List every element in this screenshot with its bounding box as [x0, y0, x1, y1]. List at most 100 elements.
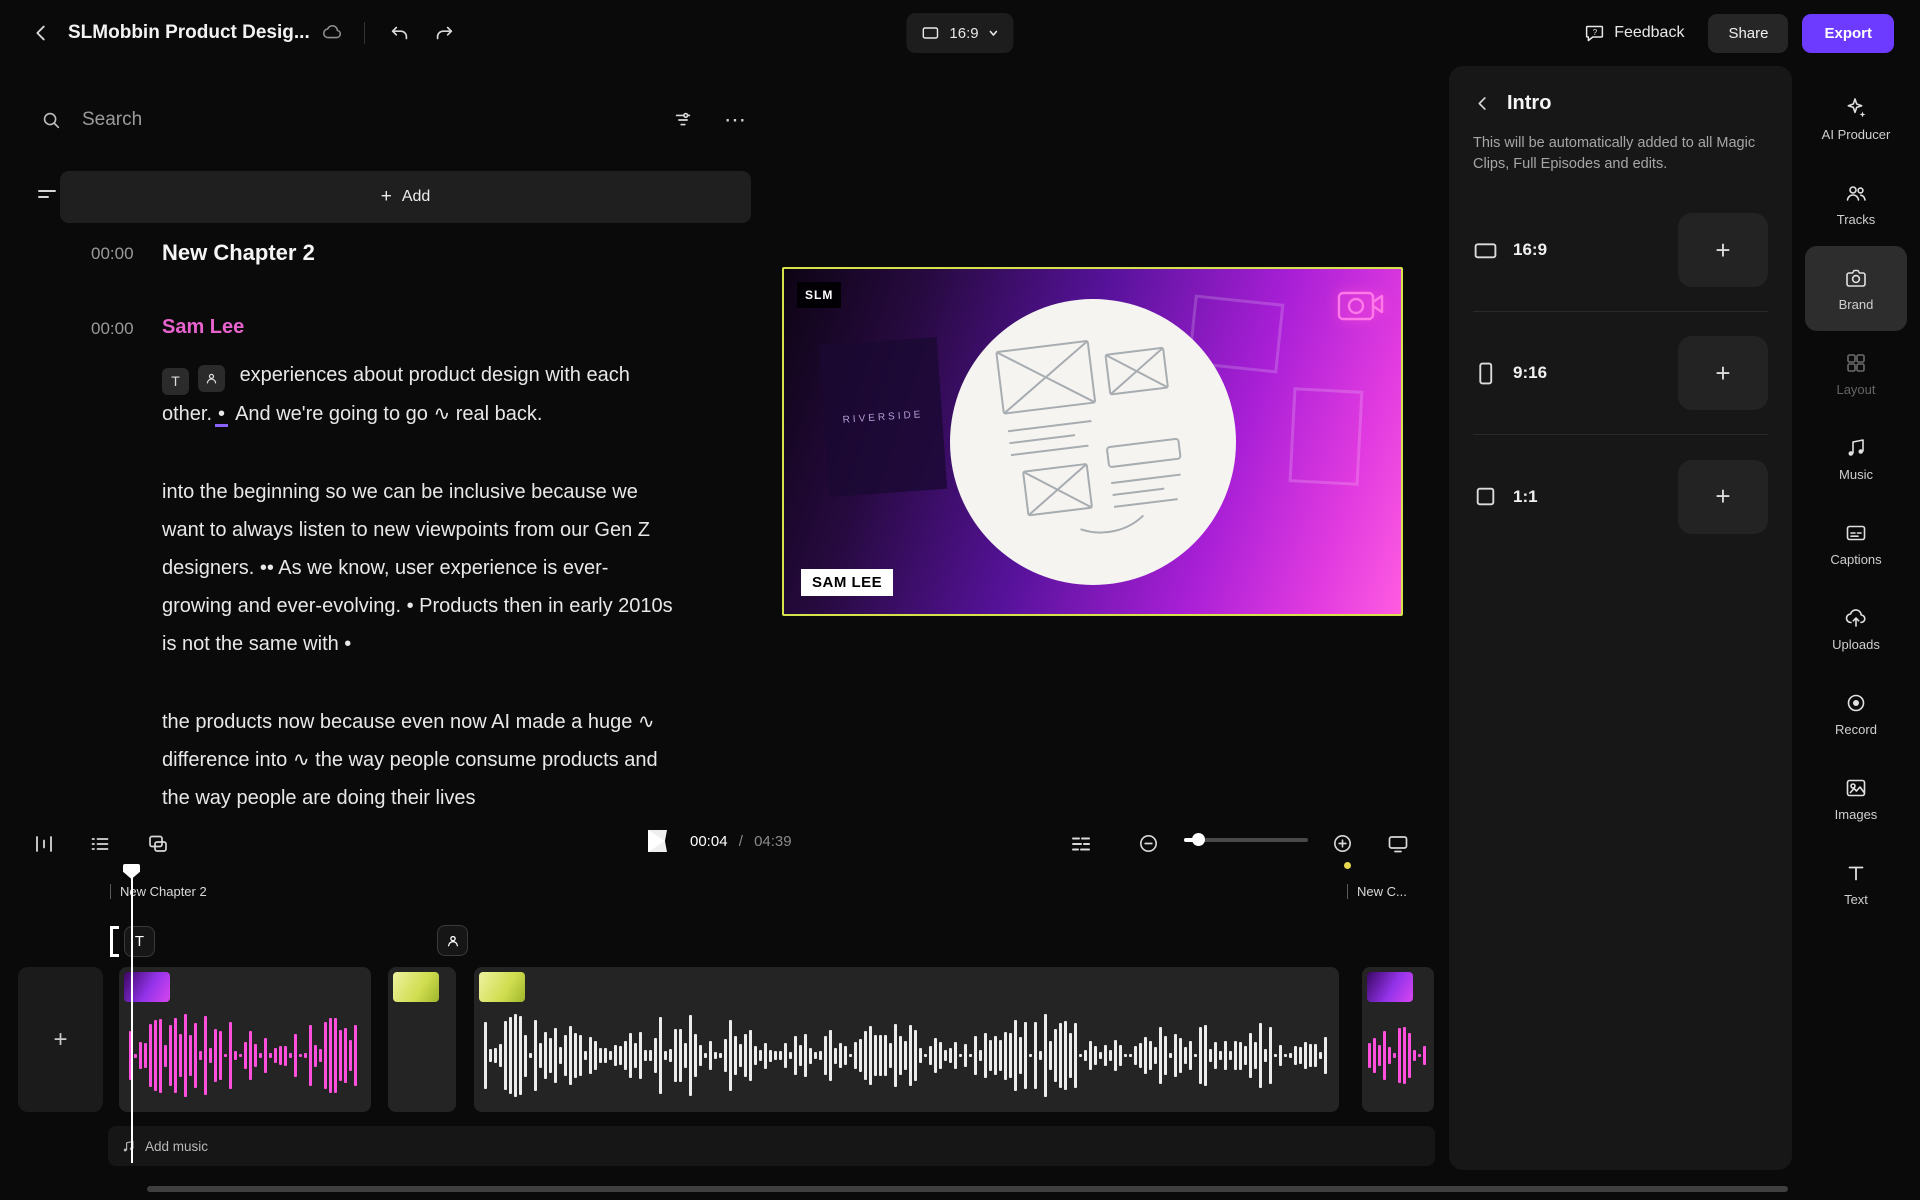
chapter-title[interactable]: New Chapter 2 — [162, 240, 315, 266]
search-bar[interactable]: Search ⋯ — [40, 102, 752, 138]
rail-item-captions[interactable]: Captions — [1805, 501, 1907, 586]
audio-waveform — [129, 1013, 361, 1098]
tools-rail: AI Producer Tracks Brand Layout Music Ca… — [1792, 66, 1920, 1200]
scenes-button[interactable] — [142, 828, 174, 860]
add-intro-16-9-button[interactable]: + — [1678, 213, 1768, 287]
timeline-clip[interactable] — [1362, 967, 1434, 1112]
chapter-timestamp: 00:00 — [91, 244, 134, 264]
rail-item-brand[interactable]: Brand — [1805, 246, 1907, 331]
add-intro-1-1-button[interactable]: + — [1678, 460, 1768, 534]
rail-label: Tracks — [1837, 212, 1876, 227]
rail-item-images[interactable]: Images — [1805, 756, 1907, 841]
share-button[interactable]: Share — [1708, 14, 1788, 53]
speaker-chip[interactable] — [198, 365, 225, 392]
rail-item-layout[interactable]: Layout — [1805, 331, 1907, 416]
transcript-list-button[interactable] — [84, 828, 116, 860]
playhead-handle[interactable] — [123, 864, 140, 879]
playhead-line[interactable] — [131, 869, 133, 1163]
fit-timeline-button[interactable] — [28, 828, 60, 860]
current-time: 00:04 — [690, 833, 728, 850]
rail-item-text[interactable]: Text — [1805, 841, 1907, 926]
add-clip-button[interactable]: + — [18, 967, 103, 1112]
play-button[interactable] — [648, 830, 667, 852]
clip-thumbnail — [1367, 972, 1413, 1002]
fit-timeline-icon — [32, 832, 56, 856]
rail-item-music[interactable]: Music — [1805, 416, 1907, 501]
audio-waveform — [484, 1013, 1329, 1098]
undo-button[interactable] — [385, 18, 415, 48]
search-icon — [40, 109, 62, 131]
filter-button[interactable] — [668, 105, 698, 135]
redo-button[interactable] — [429, 18, 459, 48]
riverside-wordmark: RIVERSIDE — [842, 409, 923, 426]
zoom-in-button[interactable] — [1327, 828, 1358, 859]
intro-option-label: 9:16 — [1513, 363, 1547, 383]
rail-item-record[interactable]: Record — [1805, 671, 1907, 756]
top-bar: SLMobbin Product Desig... 16:9 ? Feedbac… — [0, 0, 1920, 66]
transcript-text[interactable]: And we're going to go ∿ real back. — [235, 403, 542, 425]
aspect-ratio-selector[interactable]: 16:9 — [906, 13, 1013, 53]
cloud-sync-icon — [322, 22, 344, 44]
zoom-slider-knob[interactable] — [1192, 833, 1205, 846]
rail-label: Layout — [1836, 382, 1875, 397]
back-chevron-icon — [30, 22, 52, 44]
transcript-paragraph[interactable]: the products now because even now AI mad… — [162, 703, 676, 817]
filler-marker[interactable]: • — [215, 404, 228, 427]
horizontal-scrollbar[interactable] — [147, 1186, 1788, 1192]
time-display: 00:04 / 04:39 — [690, 833, 792, 850]
timeline-chapter-marker[interactable]: New Chapter 2 — [110, 884, 207, 899]
add-intro-9-16-button[interactable]: + — [1678, 336, 1768, 410]
aspect-rect-icon — [920, 23, 940, 43]
speaker-name[interactable]: Sam Lee — [162, 316, 244, 339]
scenes-icon — [146, 832, 170, 856]
track-view-button[interactable] — [1065, 828, 1097, 860]
add-block-button[interactable]: + Add — [60, 171, 751, 223]
zoom-slider[interactable] — [1184, 838, 1308, 842]
timeline-clip[interactable] — [474, 967, 1339, 1112]
person-icon — [445, 933, 461, 949]
landscape-aspect-icon — [1473, 238, 1498, 263]
add-music-row[interactable]: Add music — [108, 1126, 1435, 1166]
video-preview[interactable]: RIVERSIDE SLM SAM — [782, 267, 1403, 616]
zoom-out-icon — [1137, 832, 1160, 855]
intro-option-16-9[interactable]: 16:9 + — [1473, 189, 1768, 312]
timeline-clip[interactable] — [119, 967, 371, 1112]
more-options-button[interactable]: ⋯ — [720, 111, 752, 129]
speaker-timestamp: 00:00 — [91, 319, 134, 339]
intro-options-list: 16:9 + 9:16 + 1:1 + — [1473, 189, 1768, 558]
track-rows-icon — [1069, 832, 1093, 856]
filter-icon — [672, 109, 694, 131]
zoom-out-button[interactable] — [1133, 828, 1164, 859]
rail-item-uploads[interactable]: Uploads — [1805, 586, 1907, 671]
clip-trim-bracket[interactable] — [110, 926, 119, 957]
timeline-clip[interactable] — [388, 967, 456, 1112]
timeline-chapter-marker[interactable]: New C... — [1347, 884, 1407, 899]
transcript-paragraph[interactable]: into the beginning so we can be inclusiv… — [162, 473, 676, 663]
rail-item-ai-producer[interactable]: AI Producer — [1805, 76, 1907, 161]
search-input[interactable]: Search — [82, 109, 142, 131]
transcript-paragraph[interactable]: T experiences about product design with … — [162, 356, 676, 433]
preview-monitor-button[interactable] — [1382, 828, 1414, 860]
text-block-chip[interactable]: T — [162, 368, 189, 395]
portrait-aspect-icon — [1473, 361, 1498, 386]
total-duration: 04:39 — [754, 833, 792, 850]
rail-label: AI Producer — [1822, 127, 1891, 142]
text-overlay-chip[interactable]: T — [124, 926, 155, 957]
collapse-list-button[interactable] — [31, 178, 63, 210]
back-button[interactable] — [26, 18, 56, 48]
export-button[interactable]: Export — [1802, 14, 1894, 53]
people-icon — [1844, 181, 1868, 205]
plus-icon: + — [381, 186, 392, 208]
speaker-overlay-chip[interactable] — [437, 925, 468, 956]
feedback-button[interactable]: ? Feedback — [1574, 15, 1694, 52]
monitor-icon — [1386, 832, 1410, 856]
panel-back-button[interactable] — [1473, 94, 1492, 113]
intro-option-9-16[interactable]: 9:16 + — [1473, 312, 1768, 435]
intro-option-1-1[interactable]: 1:1 + — [1473, 435, 1768, 558]
aspect-ratio-value: 16:9 — [949, 25, 978, 42]
back-chevron-icon — [1473, 94, 1492, 113]
project-title: SLMobbin Product Desig... — [68, 22, 310, 44]
rail-item-tracks[interactable]: Tracks — [1805, 161, 1907, 246]
rail-label: Music — [1839, 467, 1873, 482]
image-icon — [1844, 776, 1868, 800]
